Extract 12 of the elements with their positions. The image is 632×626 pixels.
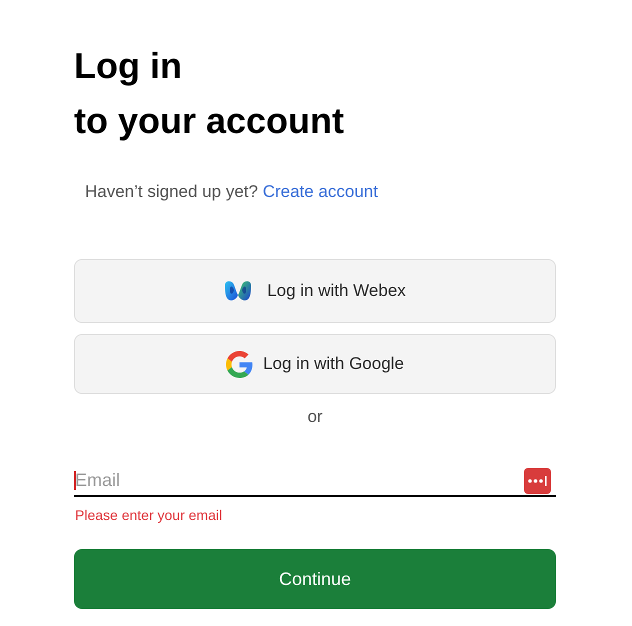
sso-login-button[interactable]: Log in with Google xyxy=(74,334,556,394)
divider-text: or xyxy=(307,406,323,428)
sso-login-button[interactable]: Log in with Webex xyxy=(74,259,556,323)
create-account-link[interactable]: Create account xyxy=(262,182,378,201)
continue-button[interactable]: Continue xyxy=(74,549,556,609)
error-message: Please enter your email xyxy=(75,506,222,524)
password-manager-icon[interactable] xyxy=(524,468,551,494)
google-logo-icon xyxy=(226,350,254,378)
signup-prompt: Haven’t signed up yet? Create account xyxy=(85,181,378,203)
page-title: Log in xyxy=(74,44,182,88)
webex-logo-icon xyxy=(224,280,252,302)
page-title: to your account xyxy=(74,99,344,143)
